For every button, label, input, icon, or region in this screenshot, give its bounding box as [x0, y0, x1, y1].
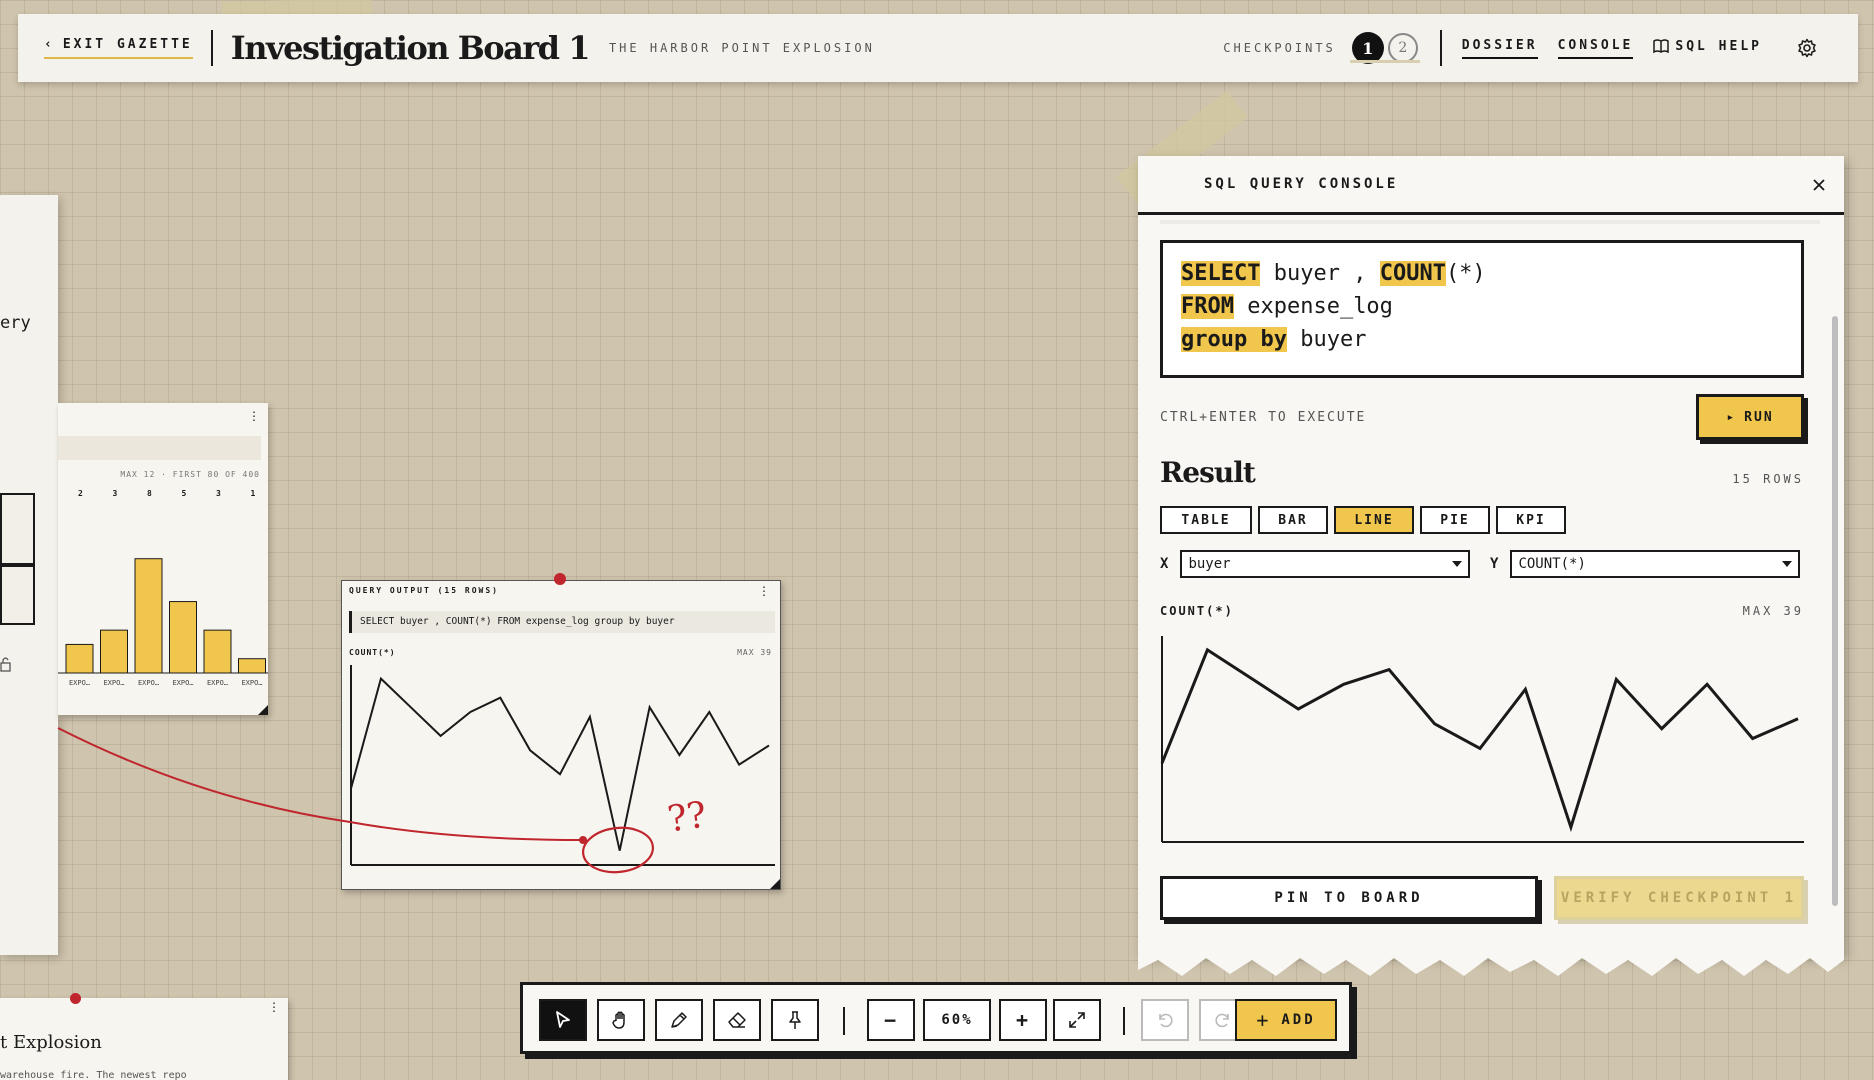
zoom-level[interactable]: 60% [923, 999, 991, 1041]
article-card[interactable]: ⋮ t Explosion warehouse fire. The newest… [0, 998, 288, 1080]
zoom-out-button[interactable]: − [867, 999, 915, 1041]
fit-screen-button[interactable] [1053, 999, 1101, 1041]
sql-keyword: FROM [1181, 294, 1234, 319]
board-toolbar: − 60% + + ADD [520, 982, 1352, 1054]
zoom-in-button[interactable]: + [999, 999, 1047, 1041]
annotation-circle [582, 826, 654, 874]
pushpin[interactable] [70, 993, 81, 1004]
undo-icon [1159, 1013, 1173, 1028]
x-axis-row: X buyer [1160, 550, 1471, 578]
sql-token: buyer , [1260, 261, 1380, 286]
close-button[interactable] [1808, 174, 1830, 196]
redo-icon [1215, 1013, 1229, 1028]
sql-token: (*) [1445, 261, 1486, 286]
plus-icon: + [1256, 1008, 1272, 1032]
pan-tool-button[interactable] [597, 999, 645, 1041]
close-icon [1813, 179, 1825, 191]
select-tool-button[interactable] [539, 999, 587, 1041]
article-title: t Explosion [0, 1032, 102, 1053]
sql-keyword: COUNT [1379, 261, 1446, 286]
sql-line: SELECT buyer , COUNT(*) [1181, 257, 1783, 290]
sql-keyword: SELECT [1181, 261, 1261, 286]
y-field-value: COUNT(*) [1518, 556, 1586, 572]
undo-button[interactable] [1141, 999, 1189, 1041]
tab-line[interactable]: LINE [1334, 506, 1414, 534]
tab-kpi[interactable]: KPI [1496, 506, 1566, 534]
toolbar-divider [1123, 1007, 1125, 1035]
draw-tool-button[interactable] [655, 999, 703, 1041]
sql-token: expense_log [1233, 294, 1393, 319]
add-label: ADD [1281, 1012, 1316, 1028]
sql-line: group by buyer [1181, 323, 1783, 356]
eraser-tool-button[interactable] [713, 999, 761, 1041]
sql-keyword: group by [1181, 327, 1287, 352]
card-menu-icon[interactable]: ⋮ [268, 1000, 280, 1014]
sql-console-panel: SQL QUERY CONSOLE SELECT buyer , COUNT(*… [1138, 156, 1844, 956]
console-title: SQL QUERY CONSOLE [1204, 176, 1399, 192]
cursor-icon [556, 1011, 570, 1028]
view-tabs: TABLE BAR LINE PIE KPI [1160, 506, 1566, 534]
tab-pie[interactable]: PIE [1420, 506, 1490, 534]
pin-to-board-button[interactable]: PIN TO BOARD [1160, 876, 1538, 920]
y-field-select[interactable]: COUNT(*) [1510, 550, 1801, 578]
sql-line: FROM expense_log [1181, 290, 1783, 323]
article-snippet: warehouse fire. The newest repo [0, 1070, 187, 1080]
chart-y-label: COUNT(*) [1160, 604, 1234, 618]
sql-editor[interactable]: SELECT buyer , COUNT(*) FROM expense_log g… [1160, 240, 1804, 378]
play-icon: ▸ [1726, 409, 1737, 425]
caret-down-icon [1782, 561, 1793, 567]
run-label: RUN [1744, 409, 1774, 425]
run-button[interactable]: ▸ RUN [1696, 394, 1804, 440]
eraser-icon [728, 1012, 746, 1028]
tab-table[interactable]: TABLE [1160, 506, 1252, 534]
scrollbar[interactable] [1832, 316, 1838, 906]
verify-checkpoint-button[interactable]: VERIFY CHECKPOINT 1 [1554, 876, 1804, 920]
y-axis-letter: Y [1490, 556, 1499, 572]
toolbar-divider [843, 1007, 845, 1035]
pen-icon [671, 1012, 687, 1028]
x-field-select[interactable]: buyer [1180, 550, 1471, 578]
expand-icon [1069, 1012, 1085, 1028]
tab-bar[interactable]: BAR [1258, 506, 1328, 534]
pin-tool-button[interactable] [771, 999, 819, 1041]
sql-token: buyer [1286, 327, 1367, 352]
result-row-count: 15 ROWS [1732, 472, 1804, 486]
execute-hint: CTRL+ENTER TO EXECUTE [1160, 410, 1367, 425]
hand-icon [612, 1011, 625, 1029]
caret-down-icon [1452, 561, 1463, 567]
x-axis-letter: X [1160, 556, 1169, 572]
x-field-value: buyer [1188, 556, 1231, 572]
chart-max-label: MAX 39 [1742, 604, 1804, 618]
console-header-rule [1138, 212, 1844, 215]
evidence-string [57, 727, 584, 841]
annotation-question-marks: ?? [665, 795, 709, 841]
y-axis-row: Y COUNT(*) [1490, 550, 1801, 578]
add-button[interactable]: + ADD [1235, 999, 1337, 1041]
console-scroll-shadow [1160, 220, 1820, 224]
result-heading: Result [1160, 456, 1256, 489]
pin-icon [789, 1011, 801, 1029]
torn-edge [1138, 954, 1844, 976]
series-line [1160, 647, 1799, 833]
result-line-chart [1160, 636, 1804, 843]
